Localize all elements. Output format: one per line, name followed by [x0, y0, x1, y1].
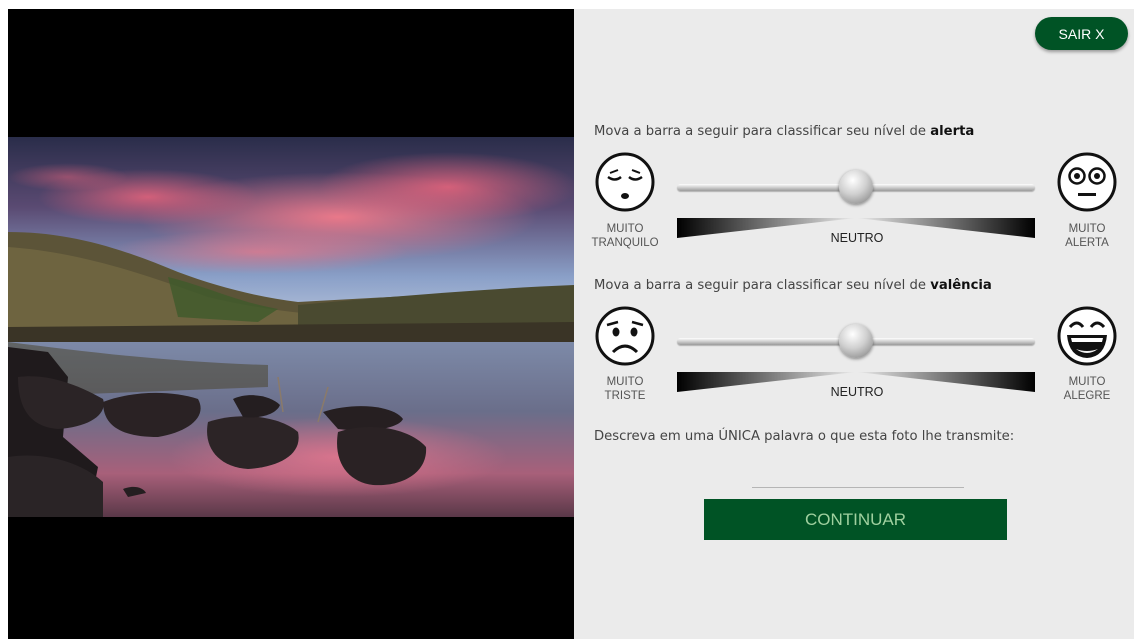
alert-left-label-line2: TRANQUILO — [591, 237, 659, 249]
sleepy-face-icon — [594, 151, 656, 213]
alert-left-label: MUITO TRANQUILO — [586, 222, 664, 250]
valence-right-label-line1: MUITO — [1068, 376, 1106, 388]
alert-right-label-line2: ALERTA — [1065, 237, 1109, 249]
alert-left-label-line1: MUITO — [606, 223, 644, 235]
valence-left-label-line2: TRISTE — [604, 390, 646, 402]
word-input[interactable] — [752, 467, 964, 488]
valence-left-label-line1: MUITO — [606, 376, 644, 388]
alert-prompt: Mova a barra a seguir para classificar s… — [594, 124, 974, 139]
valence-neutral-label: NEUTRO — [830, 385, 884, 399]
alert-right-label: MUITO ALERTA — [1048, 222, 1126, 250]
alert-slider-thumb[interactable] — [839, 170, 873, 204]
valence-prompt-text: Mova a barra a seguir para classificar s… — [594, 278, 931, 293]
landscape-photo — [8, 137, 574, 517]
valence-right-label-line2: ALEGRE — [1063, 390, 1111, 402]
valence-prompt: Mova a barra a seguir para classificar s… — [594, 278, 992, 293]
continue-button[interactable]: CONTINUAR — [704, 499, 1007, 540]
happy-face-icon — [1056, 305, 1118, 367]
alert-face-icon — [1056, 151, 1118, 213]
photo-panel — [8, 9, 574, 639]
valence-left-label: MUITO TRISTE — [586, 375, 664, 403]
alert-neutral-label: NEUTRO — [830, 231, 884, 245]
alert-right-label-line1: MUITO — [1068, 223, 1106, 235]
alert-prompt-text: Mova a barra a seguir para classificar s… — [594, 124, 931, 139]
sad-face-icon — [594, 305, 656, 367]
valence-slider-thumb[interactable] — [839, 324, 873, 358]
word-prompt: Descreva em uma ÚNICA palavra o que esta… — [594, 429, 1015, 444]
survey-panel: SAIR X Mova a barra a seguir para classi… — [574, 9, 1134, 639]
valence-right-label: MUITO ALEGRE — [1048, 375, 1126, 403]
alert-prompt-keyword: alerta — [930, 124, 975, 139]
exit-button[interactable]: SAIR X — [1035, 17, 1128, 50]
valence-prompt-keyword: valência — [930, 278, 992, 293]
